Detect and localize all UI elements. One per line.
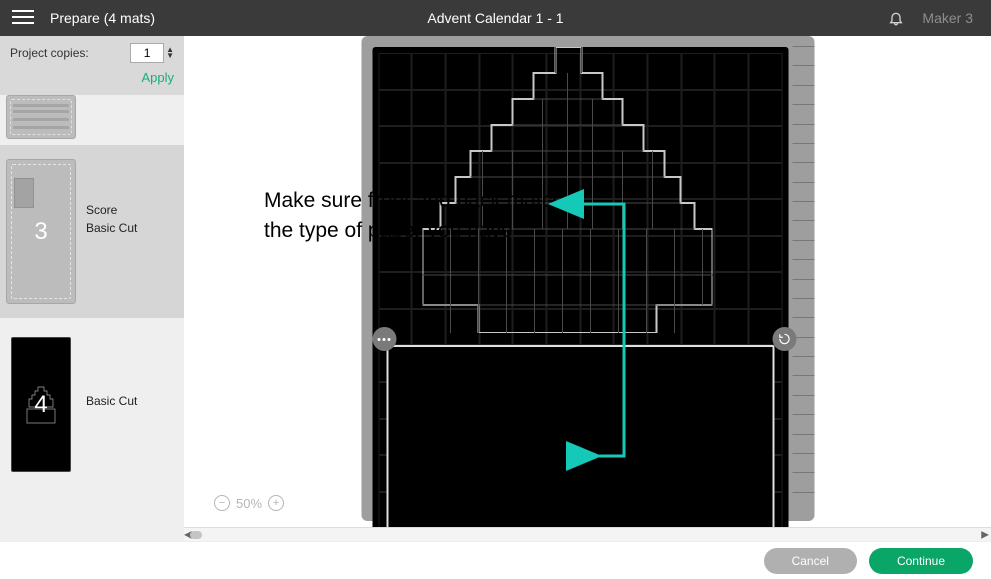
mat-preview[interactable] bbox=[361, 36, 814, 521]
copies-input[interactable] bbox=[130, 43, 164, 63]
op-label: Basic Cut bbox=[86, 392, 137, 410]
mat-number: 3 bbox=[34, 218, 47, 246]
mat-ops: Basic Cut bbox=[86, 392, 137, 410]
copies-stepper[interactable]: ▲▼ bbox=[166, 47, 174, 59]
machine-label[interactable]: Maker 3 bbox=[922, 10, 973, 26]
options-handle[interactable] bbox=[372, 327, 396, 351]
cut-shape-rect[interactable] bbox=[386, 345, 774, 527]
mat-number: 4 bbox=[34, 391, 47, 419]
project-title: Advent Calendar 1 - 1 bbox=[427, 10, 563, 26]
mat-item-4[interactable]: 4 Basic Cut bbox=[0, 318, 184, 491]
prepare-label: Prepare (4 mats) bbox=[50, 10, 155, 26]
canvas-area: Make sure front and back match the type … bbox=[184, 36, 991, 541]
cancel-button[interactable]: Cancel bbox=[764, 548, 857, 574]
zoom-in-button[interactable]: + bbox=[268, 495, 284, 511]
menu-icon[interactable] bbox=[12, 10, 34, 26]
zoom-control[interactable]: − 50% + bbox=[214, 495, 284, 511]
apply-button[interactable]: Apply bbox=[141, 70, 174, 85]
project-copies-row: Project copies: ▲▼ bbox=[0, 36, 184, 67]
canvas-viewport[interactable]: Make sure front and back match the type … bbox=[184, 36, 991, 527]
zoom-out-button[interactable]: − bbox=[214, 495, 230, 511]
mat-item-3[interactable]: 3 Score Basic Cut bbox=[0, 145, 184, 318]
bell-icon[interactable] bbox=[888, 10, 904, 26]
copies-label: Project copies: bbox=[10, 46, 89, 60]
titlebar: Prepare (4 mats) Advent Calendar 1 - 1 M… bbox=[0, 0, 991, 36]
cut-shape-tree bbox=[422, 47, 712, 333]
op-label: Basic Cut bbox=[86, 219, 137, 237]
zoom-level: 50% bbox=[236, 496, 262, 511]
rotate-handle[interactable] bbox=[772, 327, 796, 351]
sidebar: Project copies: ▲▼ Apply 3 bbox=[0, 36, 184, 541]
continue-button[interactable]: Continue bbox=[869, 548, 973, 574]
mat-ops: Score Basic Cut bbox=[86, 201, 137, 237]
ruler-right bbox=[792, 46, 814, 511]
op-label: Score bbox=[86, 201, 137, 219]
mat-thumb: 3 bbox=[6, 159, 76, 304]
mat-list[interactable]: 3 Score Basic Cut 4 Basic Cut bbox=[0, 95, 184, 541]
footer: Cancel Continue bbox=[0, 541, 991, 579]
horizontal-scrollbar[interactable]: ◀▶ bbox=[184, 527, 991, 541]
mat-thumb: 4 bbox=[6, 332, 76, 477]
mat-thumb bbox=[6, 95, 76, 139]
mat-item-partial[interactable] bbox=[0, 95, 184, 145]
